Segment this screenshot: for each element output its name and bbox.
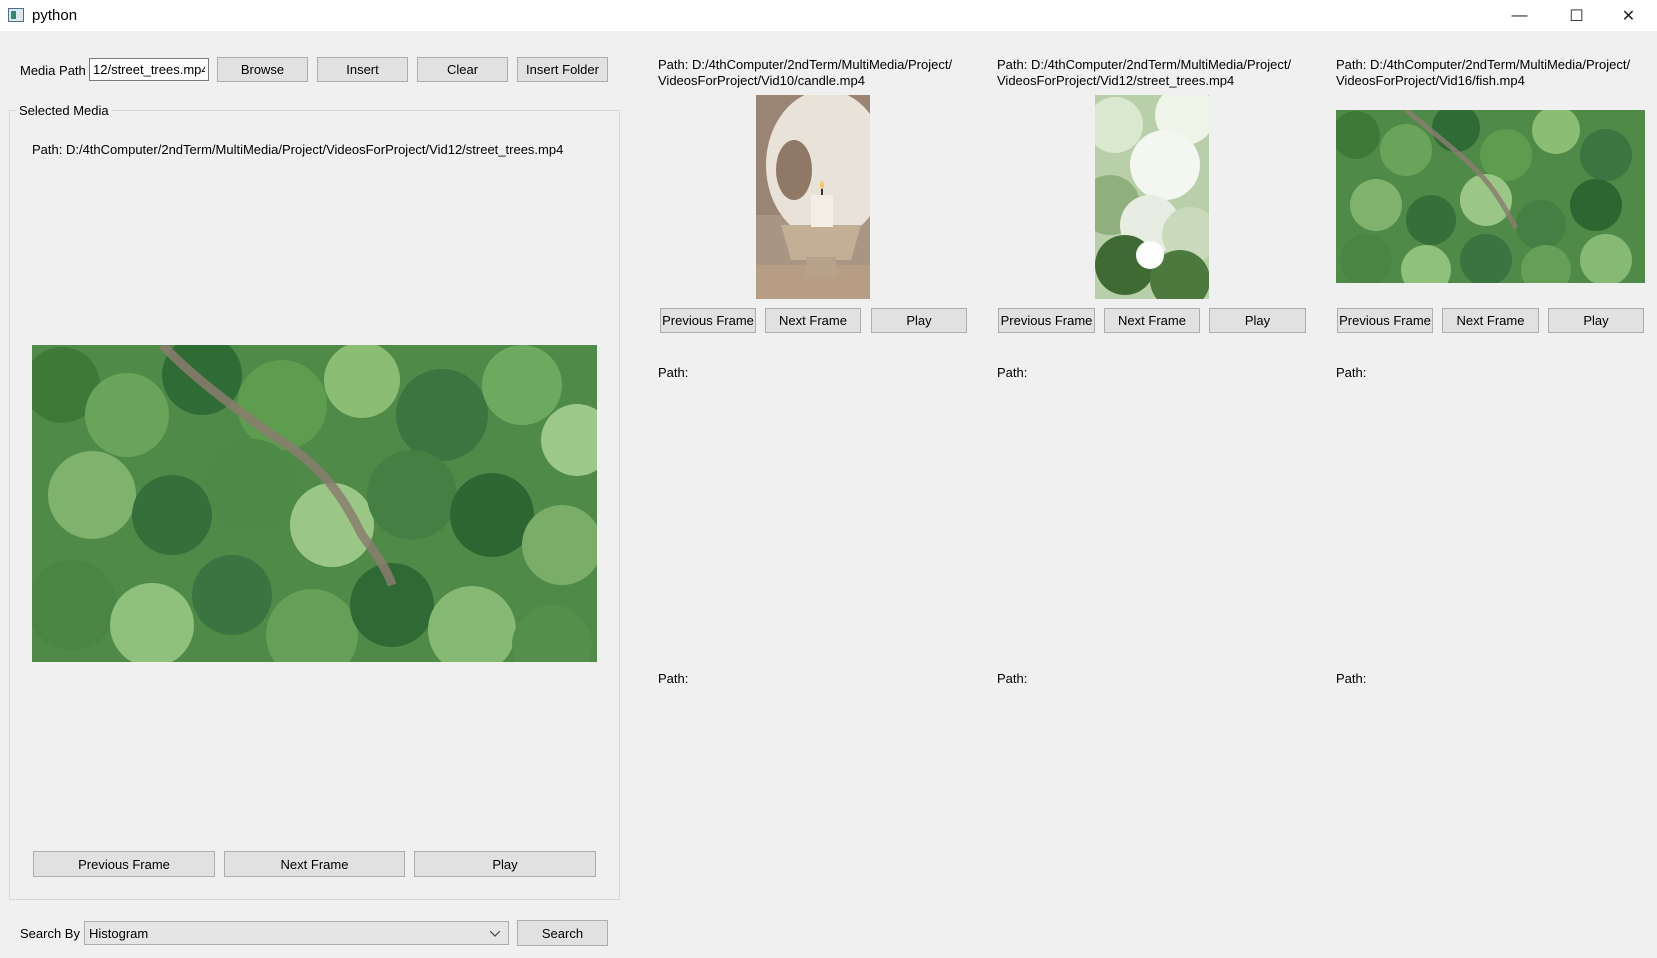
selected-play-button[interactable]: Play [414, 851, 596, 877]
white-flowers-image [1095, 95, 1209, 299]
result-3-next-frame-button[interactable]: Next Frame [1442, 308, 1539, 333]
minimize-icon[interactable]: — [1491, 0, 1548, 31]
result-3-play-button[interactable]: Play [1548, 308, 1644, 333]
title-bar: python — ☐ ✕ [0, 0, 1657, 31]
selected-next-frame-button[interactable]: Next Frame [224, 851, 405, 877]
result-1-path-line2: VideosForProject/Vid10/candle.mp4 [658, 73, 865, 88]
selected-prev-frame-button[interactable]: Previous Frame [33, 851, 215, 877]
result-3-path: Path: D:/4thComputer/2ndTerm/MultiMedia/… [1336, 57, 1630, 89]
browse-button[interactable]: Browse [217, 57, 308, 82]
result-3-path-line2: VideosForProject/Vid16/fish.mp4 [1336, 73, 1525, 88]
result-1-path-line1: Path: D:/4thComputer/2ndTerm/MultiMedia/… [658, 57, 953, 72]
result-9-path: Path: [1336, 671, 1367, 686]
result-7-path: Path: [658, 671, 689, 686]
selected-media-path: Path: D:/4thComputer/2ndTerm/MultiMedia/… [32, 142, 564, 157]
media-path-input[interactable] [89, 58, 209, 81]
result-2-path: Path: D:/4thComputer/2ndTerm/MultiMedia/… [997, 57, 1291, 89]
search-by-select[interactable]: Histogram [84, 921, 509, 945]
result-2-prev-frame-button[interactable]: Previous Frame [998, 308, 1095, 333]
result-8-path: Path: [997, 671, 1028, 686]
maximize-icon[interactable]: ☐ [1548, 0, 1605, 31]
search-button[interactable]: Search [517, 920, 608, 946]
result-2-thumbnail [1095, 95, 1209, 299]
result-3-path-line1: Path: D:/4thComputer/2ndTerm/MultiMedia/… [1336, 57, 1631, 72]
result-4-path: Path: [658, 365, 689, 380]
result-3-thumbnail [1336, 110, 1645, 283]
forest-thumbnail-image [1336, 110, 1645, 283]
search-by-label: Search By [20, 926, 80, 941]
forest-aerial-image [32, 345, 597, 662]
selected-media-title: Selected Media [16, 103, 112, 118]
clear-button[interactable]: Clear [417, 57, 508, 82]
result-6-path: Path: [1336, 365, 1367, 380]
result-1-prev-frame-button[interactable]: Previous Frame [660, 308, 756, 333]
result-1-thumbnail [756, 95, 870, 299]
result-2-play-button[interactable]: Play [1209, 308, 1306, 333]
search-by-selected-value: Histogram [89, 925, 149, 941]
result-2-path-line2: VideosForProject/Vid12/street_trees.mp4 [997, 73, 1235, 88]
insert-folder-button[interactable]: Insert Folder [517, 57, 608, 82]
media-path-label: Media Path [20, 63, 86, 78]
selected-media-frame [32, 345, 597, 662]
result-2-next-frame-button[interactable]: Next Frame [1104, 308, 1200, 333]
result-2-path-line1: Path: D:/4thComputer/2ndTerm/MultiMedia/… [997, 57, 1292, 72]
result-1-next-frame-button[interactable]: Next Frame [765, 308, 861, 333]
app-icon [8, 8, 24, 22]
result-5-path: Path: [997, 365, 1028, 380]
result-1-path: Path: D:/4thComputer/2ndTerm/MultiMedia/… [658, 57, 952, 89]
window-title: python [32, 7, 78, 24]
candle-image [756, 95, 870, 299]
close-icon[interactable]: ✕ [1600, 0, 1657, 31]
result-3-prev-frame-button[interactable]: Previous Frame [1337, 308, 1433, 333]
chevron-down-icon [490, 931, 500, 937]
result-1-play-button[interactable]: Play [871, 308, 967, 333]
insert-button[interactable]: Insert [317, 57, 408, 82]
